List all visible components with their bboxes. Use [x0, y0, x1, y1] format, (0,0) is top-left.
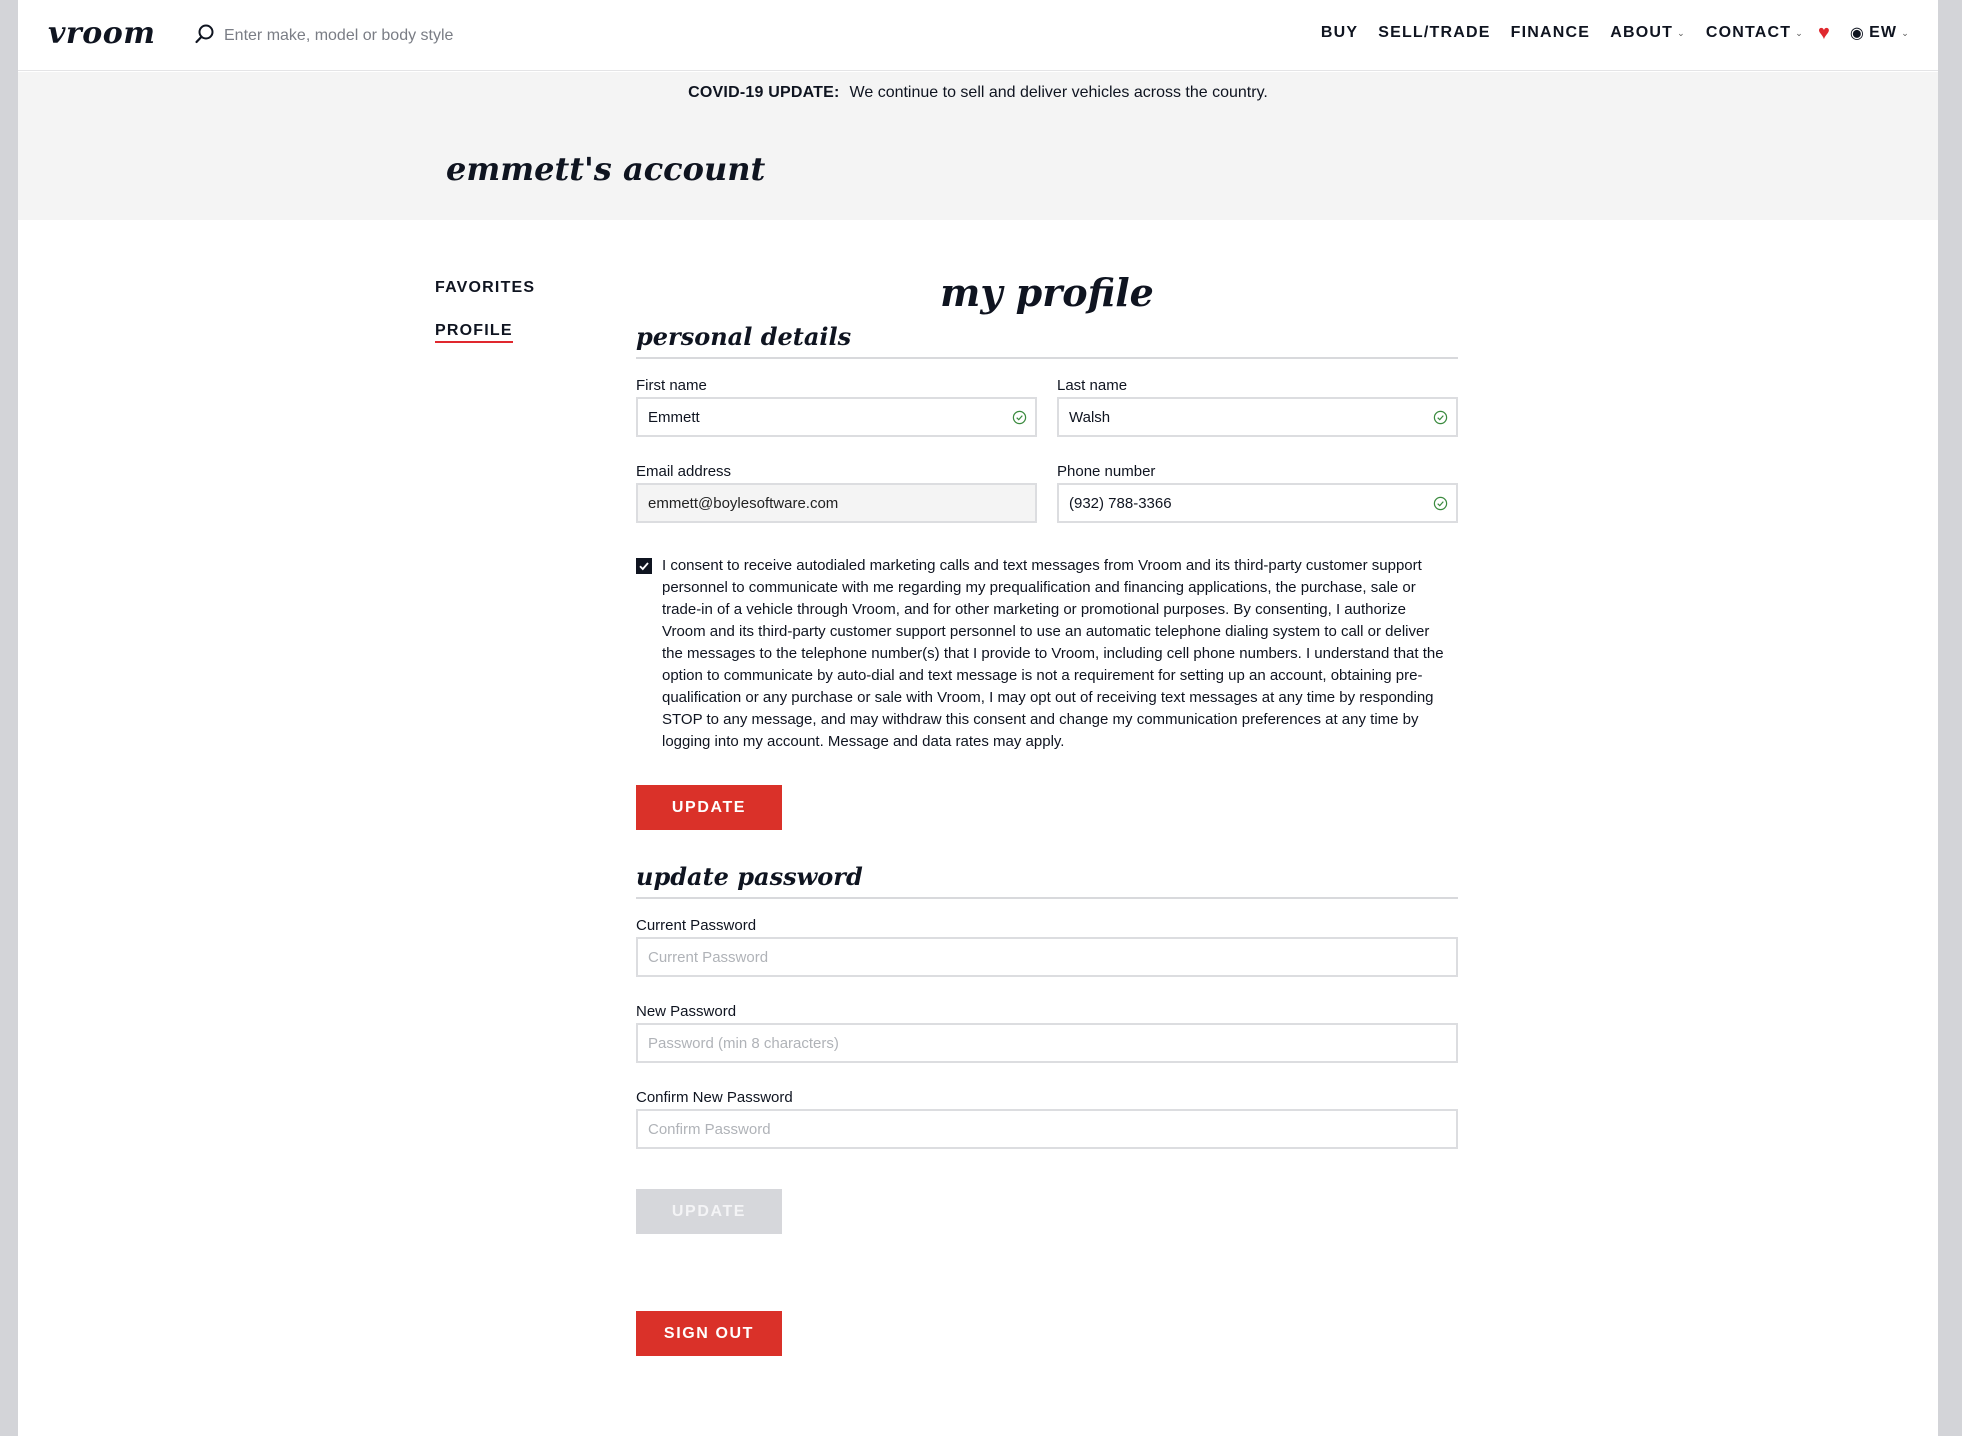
page-frame: vroom BUY SELL/TRADE FINANCE ABOUT ⌄ CON…: [18, 0, 1938, 1436]
consent-block: I consent to receive autodialed marketin…: [636, 555, 1458, 753]
heart-icon[interactable]: ♥: [1818, 23, 1830, 43]
update-details-button[interactable]: UPDATE: [636, 785, 782, 830]
sign-out-button[interactable]: SIGN OUT: [636, 1311, 782, 1356]
last-name-field: Last name: [1057, 377, 1458, 437]
email-input: [636, 483, 1037, 523]
consent-checkbox[interactable]: [636, 558, 652, 574]
confirm-password-field: Confirm New Password: [636, 1089, 1458, 1149]
last-name-label: Last name: [1057, 377, 1128, 394]
personal-details-heading: personal details: [636, 322, 1458, 359]
new-password-input[interactable]: [636, 1023, 1458, 1063]
chevron-down-icon: ⌄: [1795, 27, 1805, 38]
nav-about-label: ABOUT: [1610, 24, 1674, 41]
account-title: emmett's account: [446, 150, 766, 188]
confirm-password-input[interactable]: [636, 1109, 1458, 1149]
account-banner: COVID-19 UPDATE: We continue to sell and …: [18, 72, 1938, 220]
update-password-button[interactable]: UPDATE: [636, 1189, 782, 1234]
check-circle-icon: [1433, 496, 1448, 511]
covid-label: COVID-19 UPDATE:: [688, 84, 840, 101]
sidebar-item-favorites[interactable]: FAVORITES: [435, 279, 535, 297]
current-password-field: Current Password: [636, 917, 1458, 977]
nav-contact[interactable]: CONTACT ⌄: [1706, 24, 1804, 42]
nav-buy[interactable]: BUY: [1321, 24, 1358, 42]
phone-input[interactable]: [1057, 483, 1458, 523]
search-bar[interactable]: [194, 22, 524, 50]
page-title: my profile: [940, 270, 1154, 315]
new-password-field: New Password: [636, 1003, 1458, 1063]
account-sidebar: FAVORITES PROFILE: [435, 279, 535, 368]
chevron-down-icon: ⌄: [1677, 27, 1686, 38]
user-icon: ◉: [1849, 25, 1866, 42]
site-header: vroom BUY SELL/TRADE FINANCE ABOUT ⌄ CON…: [18, 0, 1938, 71]
first-name-input[interactable]: [636, 397, 1037, 437]
search-icon: [194, 23, 216, 50]
current-password-input[interactable]: [636, 937, 1458, 977]
update-password-heading: update password: [636, 862, 1458, 899]
check-circle-icon: [1433, 410, 1448, 425]
main-nav: BUY SELL/TRADE FINANCE ABOUT ⌄ CONTACT ⌄…: [1321, 20, 1910, 46]
user-menu[interactable]: ◉ EW ⌄: [1850, 23, 1910, 43]
checkmark-icon: [639, 562, 649, 571]
nav-about[interactable]: ABOUT ⌄: [1610, 24, 1686, 42]
check-circle-icon: [1012, 410, 1027, 425]
current-password-label: Current Password: [636, 917, 757, 934]
sidebar-item-profile[interactable]: PROFILE: [435, 322, 513, 343]
search-input[interactable]: [224, 27, 524, 45]
vroom-logo[interactable]: vroom: [48, 16, 156, 51]
nav-sell-trade[interactable]: SELL/TRADE: [1378, 24, 1490, 42]
chevron-down-icon: ⌄: [1901, 27, 1910, 38]
user-initials: EW: [1869, 24, 1898, 41]
email-field: Email address: [636, 463, 1037, 523]
first-name-label: First name: [636, 377, 707, 394]
name-row: First name Last name: [636, 377, 1458, 437]
covid-notice: COVID-19 UPDATE: We continue to sell and …: [18, 84, 1938, 102]
phone-field: Phone number: [1057, 463, 1458, 523]
phone-label: Phone number: [1057, 463, 1156, 480]
new-password-label: New Password: [636, 1003, 737, 1020]
first-name-field: First name: [636, 377, 1037, 437]
email-label: Email address: [636, 463, 732, 480]
nav-contact-label: CONTACT: [1705, 24, 1792, 41]
profile-main: my profile personal details First name L…: [636, 270, 1458, 1356]
last-name-input[interactable]: [1057, 397, 1458, 437]
consent-text: I consent to receive autodialed marketin…: [662, 557, 1444, 750]
covid-message: We continue to sell and deliver vehicles…: [849, 84, 1268, 101]
contact-row: Email address Phone number: [636, 463, 1458, 523]
confirm-password-label: Confirm New Password: [636, 1089, 793, 1106]
nav-finance[interactable]: FINANCE: [1511, 24, 1591, 42]
